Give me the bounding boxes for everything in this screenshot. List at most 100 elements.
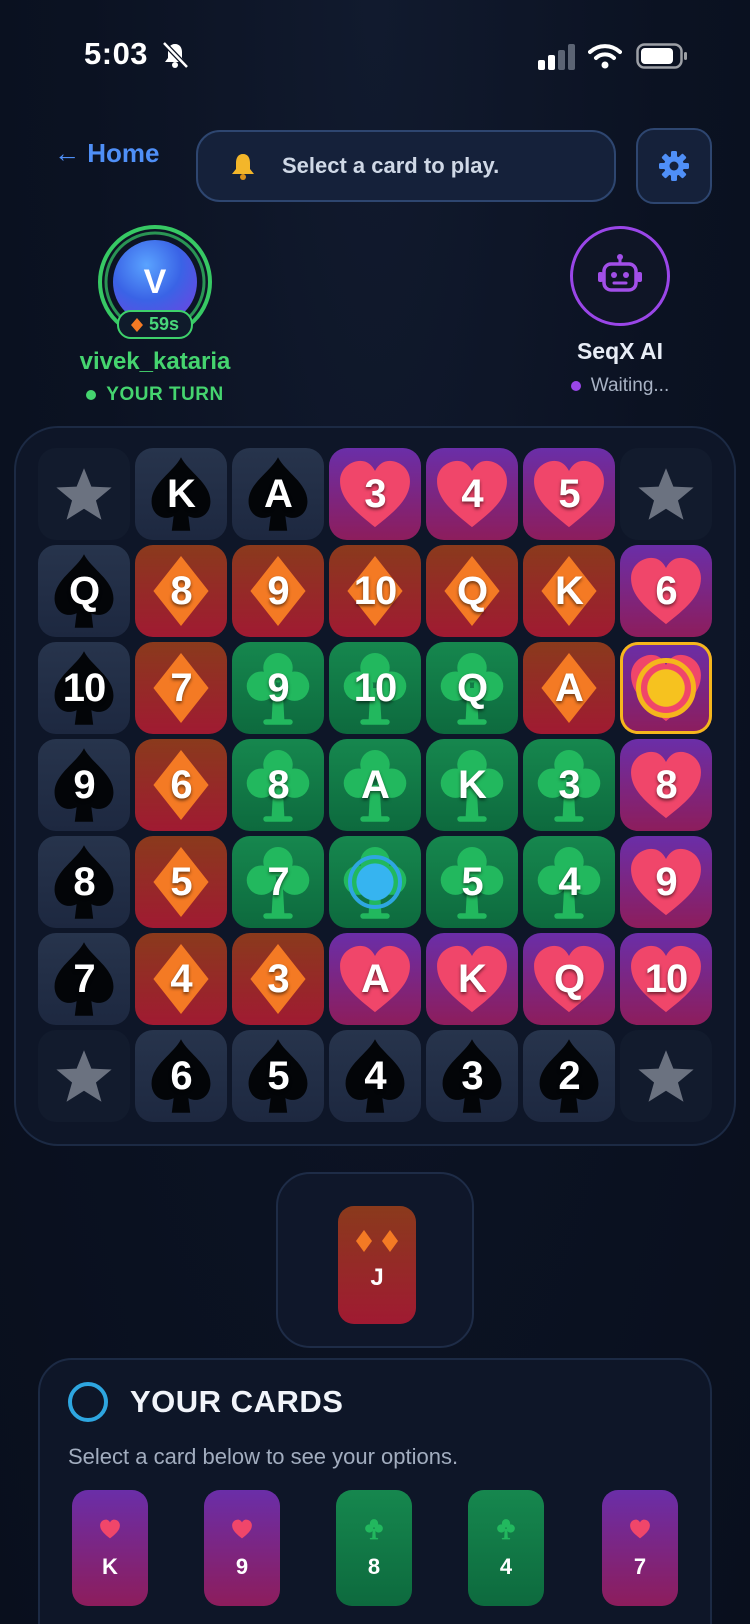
board-cell[interactable]: K [426,933,518,1025]
board-cell-rank: 10 [62,665,106,710]
board-cell[interactable]: 7 [135,642,227,734]
board-cell-rank: A [361,956,390,1001]
board-cell[interactable]: A [329,933,421,1025]
board-cell-rank: 8 [73,859,95,904]
hand-card[interactable]: 4 [468,1490,544,1606]
board-cell[interactable]: 8 [232,739,324,831]
board-cell[interactable]: 7 [38,933,130,1025]
board-cell[interactable]: 8 [620,739,712,831]
board-cell-rank: 3 [461,1053,483,1098]
board-corner-cell [620,1030,712,1122]
board-cell[interactable]: 5 [426,836,518,928]
board-cell-rank: A [555,665,584,710]
battery-icon [636,43,687,69]
timer-text: 59s [148,314,180,334]
played-card-slot: J [276,1172,474,1348]
board-cell-rank: 2 [558,1053,580,1098]
board-cell[interactable]: K [135,448,227,540]
board-cell[interactable]: 3 [523,739,615,831]
hand-card[interactable]: K [72,1490,148,1606]
board-cell[interactable]: 4 [523,836,615,928]
board-cell[interactable]: A [232,448,324,540]
board-cell-rank: 7 [73,956,95,1001]
board-cell[interactable]: 2 [523,1030,615,1122]
board-cell-rank: 5 [558,471,580,516]
player-chip-icon [68,1382,108,1422]
bell-off-icon [162,41,189,69]
board-cell-rank: 10 [644,956,688,1001]
board-cell-rank: 8 [655,762,677,807]
board-cell[interactable]: 7 [232,836,324,928]
board-cell[interactable]: Q [523,933,615,1025]
board-cell[interactable]: 6 [620,545,712,637]
board-cell[interactable]: 4 [135,933,227,1025]
board-corner-cell [38,448,130,540]
board-cell-rank: Q [68,568,100,613]
hand-title: YOUR CARDS [130,1384,344,1419]
hand-card-rank: 4 [499,1554,513,1579]
star-icon [638,1050,694,1102]
home-link[interactable]: ← Home [54,138,159,169]
board-cell[interactable]: Q [426,642,518,734]
board-cell[interactable]: 9 [232,545,324,637]
board-cell-rank: 3 [364,471,386,516]
hand-card[interactable]: 9 [204,1490,280,1606]
board-cell[interactable]: 3 [329,448,421,540]
board-cell[interactable] [620,642,712,734]
board-cell-rank: 10 [353,665,397,710]
board-cell[interactable]: A [523,642,615,734]
board-cell[interactable]: A [329,739,421,831]
board-cell-rank: 5 [170,859,192,904]
board-cell[interactable]: 10 [329,642,421,734]
star-icon [56,1050,112,1102]
board-cell-rank: Q [553,956,585,1001]
board-cell-rank: 5 [267,1053,289,1098]
board-cell[interactable]: 5 [232,1030,324,1122]
player-ai: SeqX AI Waiting... [540,226,700,397]
board-cell[interactable]: 8 [135,545,227,637]
star-icon [638,468,694,520]
board-cell[interactable]: 3 [232,933,324,1025]
board-cell-rank: 3 [267,956,289,1001]
wifi-icon [588,44,622,69]
board-cell[interactable]: 10 [329,545,421,637]
board-cell[interactable]: 10 [38,642,130,734]
board-cell-rank: 4 [558,859,580,904]
board-cell-rank: K [458,762,487,807]
your-cards-panel: YOUR CARDS Select a card below to see yo… [38,1358,712,1624]
bell-icon [232,154,254,180]
status-bar: 5:03 [0,0,750,100]
board-cell[interactable]: 4 [426,448,518,540]
hand-card[interactable]: 7 [602,1490,678,1606]
board-cell-rank: 8 [170,568,192,613]
board-cell-rank: 6 [655,568,677,613]
board-cell[interactable]: 3 [426,1030,518,1122]
board-cell[interactable]: K [523,545,615,637]
hand-card-rank: 8 [367,1554,381,1579]
board-cell[interactable]: Q [38,545,130,637]
ai-avatar [570,226,670,326]
board-cell[interactable]: 9 [620,836,712,928]
game-board: K A 3 4 5 Q 8 9 10 Q K 6 10 7 9 10 Q A 9 6 8 A K 3 8 8 5 7 5 4 9 7 4 3 A K Q… [14,426,736,1146]
board-cell[interactable]: 4 [329,1030,421,1122]
board-cell[interactable]: 6 [135,1030,227,1122]
board-cell[interactable]: 10 [620,933,712,1025]
board-cell[interactable] [329,836,421,928]
board-cell-rank: 4 [364,1053,386,1098]
board-cell[interactable]: 5 [135,836,227,928]
board-cell-rank: A [361,762,390,807]
board-cell[interactable]: K [426,739,518,831]
board-cell-rank: K [555,568,584,613]
board-cell[interactable]: Q [426,545,518,637]
board-cell[interactable]: 8 [38,836,130,928]
board-cell-rank: 9 [267,665,289,710]
board-cell[interactable]: 9 [38,739,130,831]
gold-chip [636,658,696,718]
settings-button[interactable] [636,128,712,204]
board-cell-rank: K [458,956,487,1001]
board-cell[interactable]: 9 [232,642,324,734]
board-cell[interactable]: 5 [523,448,615,540]
board-cell[interactable]: 6 [135,739,227,831]
status-time: 5:03 [84,36,149,71]
hand-card[interactable]: 8 [336,1490,412,1606]
